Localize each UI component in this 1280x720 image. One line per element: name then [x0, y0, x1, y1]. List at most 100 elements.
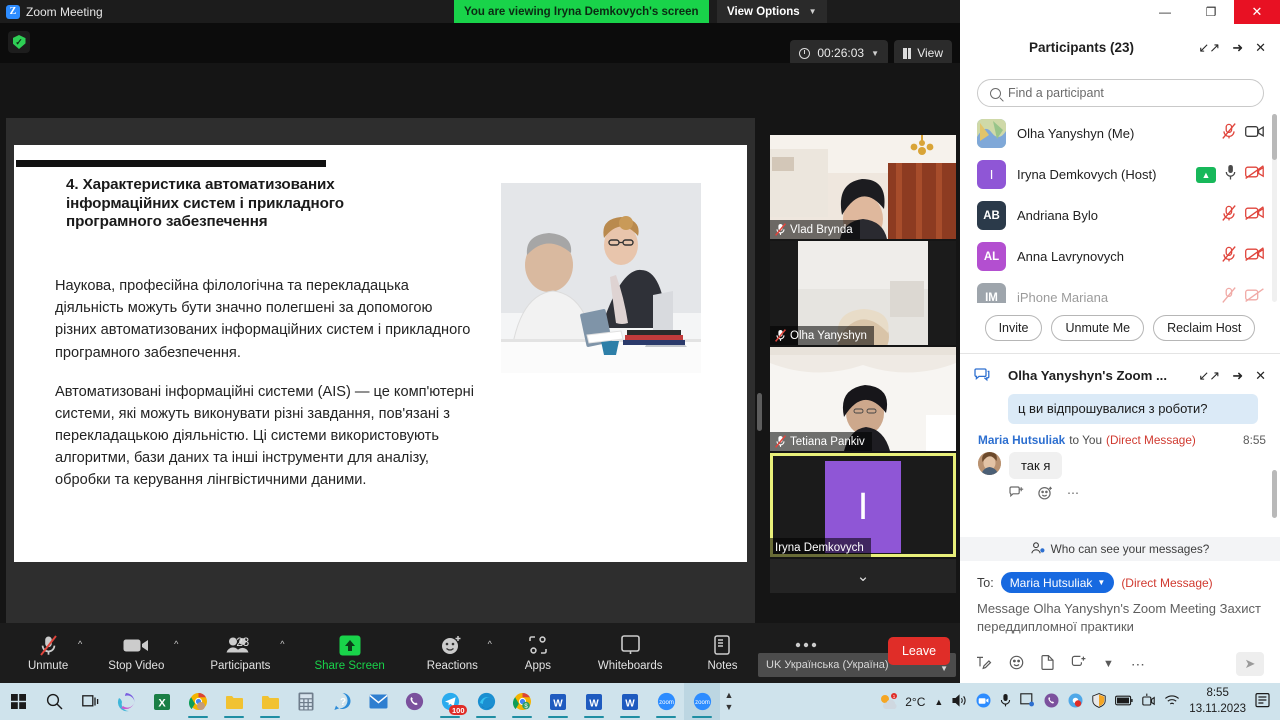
close-icon[interactable]: ✕ — [1255, 41, 1266, 54]
camera-off-icon[interactable] — [1245, 206, 1264, 225]
collapse-icon[interactable]: ↙↗ — [1198, 369, 1220, 382]
chevron-up-icon[interactable]: ^ — [174, 639, 178, 649]
emoji-icon[interactable] — [1038, 486, 1053, 503]
taskbar-overflow-toggle[interactable]: ▲ ▼ — [720, 683, 738, 720]
snip-icon[interactable] — [1020, 693, 1035, 710]
popout-icon[interactable]: ➜ — [1232, 369, 1243, 382]
participants-button[interactable]: 23 Participants ^ — [200, 627, 280, 679]
volume-icon[interactable] — [952, 694, 967, 710]
mail-icon[interactable] — [360, 683, 396, 720]
help-icon[interactable]: ? — [324, 683, 360, 720]
video-tile-active-speaker[interactable]: I Iryna Demkovych — [770, 453, 956, 557]
folder-icon[interactable] — [252, 683, 288, 720]
chevron-up-icon[interactable]: ^ — [488, 639, 492, 649]
participant-row[interactable]: AB Andriana Bylo — [960, 195, 1280, 236]
mic-off-icon[interactable] — [1222, 246, 1236, 267]
video-tile[interactable]: Tetiana Pankiv — [770, 347, 956, 451]
word-icon[interactable]: W — [540, 683, 576, 720]
participants-list[interactable]: Olha Yanyshyn (Me) I Iryna Demkovych (Ho… — [960, 113, 1280, 303]
format-icon[interactable] — [976, 655, 992, 673]
close-icon[interactable]: ✕ — [1255, 369, 1266, 382]
emoji-icon[interactable] — [1009, 655, 1024, 673]
viber-icon[interactable] — [396, 683, 432, 720]
chevron-up-icon[interactable]: ^ — [280, 639, 284, 649]
search-icon[interactable] — [36, 683, 72, 720]
mic-off-icon[interactable] — [1222, 205, 1236, 226]
panel-drag-handle[interactable] — [757, 393, 762, 431]
more-icon[interactable]: ⋯ — [1131, 656, 1145, 673]
excel-icon[interactable]: X — [144, 683, 180, 720]
chevron-down-icon[interactable]: ▼ — [1103, 658, 1114, 670]
mic-off-icon[interactable] — [1222, 123, 1236, 144]
wifi-icon[interactable] — [1164, 694, 1180, 710]
task-view-icon[interactable] — [72, 683, 108, 720]
edge-icon[interactable] — [468, 683, 504, 720]
chevron-up-icon[interactable]: ▲ — [934, 697, 943, 707]
participant-row[interactable]: Olha Yanyshyn (Me) — [960, 113, 1280, 154]
zoom-icon[interactable]: zoom — [684, 683, 720, 720]
calculator-icon[interactable] — [288, 683, 324, 720]
recipient-selector[interactable]: Maria Hutsuliak ▼ — [1001, 572, 1115, 593]
send-button[interactable]: ➤ — [1236, 652, 1264, 676]
camera-off-icon[interactable] — [1245, 288, 1264, 303]
mic-off-icon[interactable] — [1222, 287, 1236, 303]
unmute-button[interactable]: Unmute ^ — [18, 627, 78, 679]
weather-widget[interactable]: 1 2°C — [878, 693, 925, 710]
more-icon[interactable]: ⋯ — [1067, 486, 1079, 503]
file-icon[interactable] — [1041, 655, 1054, 673]
edge-copilot-icon[interactable] — [108, 683, 144, 720]
screenshot-icon[interactable] — [1071, 655, 1086, 673]
battery-icon[interactable] — [1115, 695, 1133, 709]
video-tile[interactable]: Vlad Brynda — [770, 135, 956, 239]
security-shield-icon[interactable]: ✓ — [8, 31, 30, 53]
camera-off-icon[interactable] — [1245, 165, 1264, 184]
share-screen-button[interactable]: Share Screen — [304, 627, 394, 679]
stop-video-button[interactable]: Stop Video ^ — [98, 627, 174, 679]
video-tile[interactable]: Olha Yanyshyn — [770, 241, 956, 345]
chat-messages[interactable]: ц ви відпрошувалися з роботи? Maria Huts… — [960, 394, 1280, 537]
zoom-tray-icon[interactable] — [976, 693, 991, 711]
chat-input[interactable]: Message Olha Yanyshyn's Zoom Meeting Зах… — [960, 593, 1280, 637]
word-icon[interactable]: W — [576, 683, 612, 720]
participants-scrollbar[interactable] — [1272, 114, 1277, 302]
chrome-profile-icon[interactable] — [180, 683, 216, 720]
reactions-button[interactable]: Reactions ^ — [417, 627, 488, 679]
participant-row[interactable]: AL Anna Lavrynovych — [960, 236, 1280, 277]
mic-on-icon[interactable] — [1225, 164, 1236, 185]
camera-off-icon[interactable] — [1245, 247, 1264, 266]
chrome-icon[interactable]: $ — [504, 683, 540, 720]
popout-icon[interactable]: ➜ — [1232, 41, 1243, 54]
camera-tray-icon[interactable] — [1142, 693, 1155, 710]
viber-tray-icon[interactable] — [1044, 693, 1059, 711]
start-icon[interactable] — [0, 683, 36, 720]
participant-row[interactable]: I Iryna Demkovych (Host) ▲ — [960, 154, 1280, 195]
notification-icon[interactable] — [1255, 692, 1272, 712]
view-options-button[interactable]: View Options ▼ — [717, 0, 827, 23]
chat-scrollbar[interactable] — [1272, 470, 1277, 518]
whiteboards-button[interactable]: Whiteboards — [588, 627, 673, 679]
reply-icon[interactable] — [1009, 486, 1024, 503]
unmute-me-button[interactable]: Unmute Me — [1051, 315, 1144, 341]
search-input[interactable]: Find a participant — [977, 79, 1264, 107]
zoom-icon[interactable]: zoom — [648, 683, 684, 720]
leave-button[interactable]: Leave — [888, 637, 950, 665]
apps-button[interactable]: Apps — [510, 627, 566, 679]
mic-tray-icon[interactable] — [1000, 693, 1011, 710]
telegram-icon[interactable]: 100 — [432, 683, 468, 720]
maximize-button[interactable]: ❐ — [1188, 0, 1234, 24]
chat-sender-name[interactable]: Maria Hutsuliak — [978, 433, 1065, 447]
chevron-up-icon[interactable]: ^ — [78, 639, 82, 649]
filmstrip-scroll-down-button[interactable]: ⌄ — [770, 559, 956, 593]
collapse-icon[interactable]: ↙↗ — [1198, 41, 1220, 54]
reclaim-host-button[interactable]: Reclaim Host — [1153, 315, 1255, 341]
defender-icon[interactable] — [1092, 693, 1106, 711]
folder-icon[interactable] — [216, 683, 252, 720]
word-icon[interactable]: W — [612, 683, 648, 720]
clock[interactable]: 8:55 13.11.2023 — [1189, 686, 1246, 717]
chrome-tray-icon[interactable] — [1068, 693, 1083, 711]
minimize-button[interactable]: — — [1142, 0, 1188, 24]
participant-row[interactable]: IM iPhone Mariana — [960, 277, 1280, 303]
notes-button[interactable]: Notes — [694, 627, 750, 679]
camera-on-icon[interactable] — [1245, 125, 1264, 143]
invite-button[interactable]: Invite — [985, 315, 1043, 341]
